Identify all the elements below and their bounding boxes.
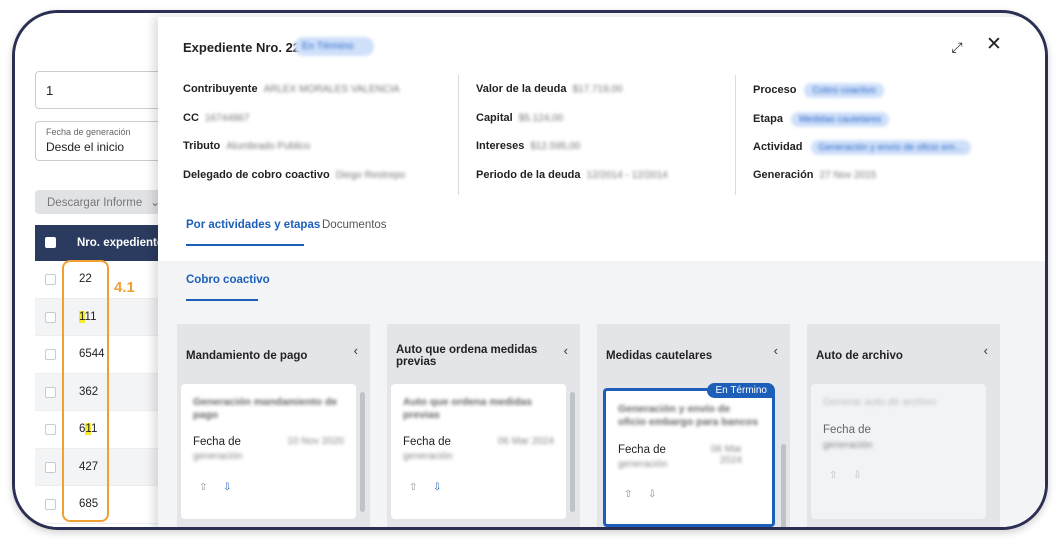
- row-checkbox[interactable]: [45, 499, 56, 510]
- info-row: Valor de la deuda $17.719,00: [476, 83, 623, 95]
- row-checkbox[interactable]: [45, 386, 56, 398]
- card-title: Auto que ordena medidas previas: [403, 396, 532, 421]
- stage-header: Auto que ordena medidas previas ‹: [396, 343, 568, 368]
- row-checkbox[interactable]: [45, 424, 56, 435]
- tab-actividades-etapas[interactable]: Por actividades y etapas: [186, 219, 320, 231]
- chevron-left-icon[interactable]: ‹: [564, 343, 568, 358]
- card-date-label: Fecha de: [193, 436, 241, 448]
- info-row: Proceso Cobro coactivo: [753, 83, 971, 112]
- activity-card[interactable]: Generar auto de archivo Fecha de generac…: [811, 384, 986, 519]
- column-divider: [458, 75, 459, 195]
- card-date-value: 06 Mar 2024: [497, 436, 554, 447]
- column-divider: [735, 75, 736, 195]
- info-row: Delegado de cobro coactivo Diego Restrepo: [183, 168, 406, 181]
- info-row: Capital $5.124,00: [476, 111, 564, 124]
- upload-icon[interactable]: ⇧: [409, 482, 417, 493]
- activity-card-current[interactable]: En Término Generación y envío de oficio …: [603, 383, 775, 527]
- download-report-label: Descargar Informe: [47, 197, 143, 209]
- card-date-label: Fecha de: [618, 444, 666, 456]
- annotation-highlight-box: [62, 260, 109, 522]
- info-row: Tributo Alumbrado Publico: [183, 140, 311, 152]
- stages-area: Cobro coactivo Mandamiento de pago ‹ Gene…: [158, 261, 1045, 527]
- info-row: Etapa Medidas cautelares: [753, 111, 971, 141]
- info-row: Intereses $12.595,00: [476, 140, 581, 152]
- upload-icon[interactable]: ⇧: [624, 489, 632, 500]
- term-status-tag: En Término: [707, 383, 775, 398]
- row-checkbox[interactable]: [45, 349, 56, 360]
- download-icon[interactable]: ⇩: [433, 482, 441, 493]
- chevron-left-icon[interactable]: ‹: [774, 343, 778, 358]
- column-header-expediente: Nro. expediente: [77, 237, 164, 249]
- stage-column-mandamiento: Mandamiento de pago ‹ Generación mandamie…: [177, 324, 370, 527]
- panel-scrollbar[interactable]: [1045, 47, 1048, 397]
- info-row: Actividad Generación y envío de oficio em…: [753, 140, 971, 169]
- active-tab-indicator: [186, 244, 304, 246]
- stage-header: Mandamiento de pago ‹: [186, 343, 358, 362]
- activity-card[interactable]: Auto que ordena medidas previas Fecha de…: [391, 384, 566, 519]
- expand-icon[interactable]: ⤢: [949, 39, 965, 55]
- app-frame: 1 Fecha de generación Desde el inicio De…: [12, 10, 1048, 530]
- info-column-process: Proceso Cobro coactivo Etapa Medidas caute…: [753, 83, 971, 197]
- card-date-value: 06 Mar 2024: [710, 444, 742, 466]
- subtab-cobro-coactivo[interactable]: Cobro coactivo: [186, 274, 270, 286]
- info-row: Generación 27 Nov 2015: [753, 168, 877, 181]
- info-row: CC 16744867: [183, 111, 250, 124]
- card-date-sublabel: generación: [823, 440, 873, 451]
- info-column-debt: Valor de la deuda $17.719,00 Capital $5.12…: [476, 83, 668, 197]
- activity-card[interactable]: Generación mandamiento de pago Fecha de …: [181, 384, 356, 519]
- upload-icon[interactable]: ⇧: [199, 482, 207, 493]
- card-date-sublabel: generación: [403, 451, 453, 462]
- row-checkbox[interactable]: [45, 274, 56, 285]
- row-checkbox[interactable]: [45, 311, 56, 323]
- stage-header: Medidas cautelares ‹: [606, 343, 778, 362]
- info-row: Contribuyente ARLEX MORALES VALENCIA: [183, 83, 400, 95]
- card-date-label: Fecha de: [403, 436, 451, 448]
- select-all-checkbox[interactable]: [45, 237, 56, 248]
- stage-column-auto-medidas: Auto que ordena medidas previas ‹ Auto qu…: [387, 324, 580, 527]
- card-date-sublabel: generación: [193, 451, 243, 462]
- card-date-sublabel: generación: [618, 459, 668, 470]
- stage-column-auto-archivo: Auto de archivo ‹ Generar auto de archivo…: [807, 324, 1000, 527]
- close-icon[interactable]: ✕: [986, 35, 1002, 54]
- info-column-taxpayer: Contribuyente ARLEX MORALES VALENCIA CC 16…: [183, 83, 405, 197]
- status-badge: En Término: [294, 37, 374, 56]
- chevron-left-icon[interactable]: ‹: [354, 343, 358, 358]
- annotation-label: 4.1: [114, 279, 135, 296]
- info-row: Periodo de la deuda 12/2014 - 12/2014: [476, 168, 668, 181]
- card-date-label: Fecha de: [823, 424, 871, 436]
- subtab-indicator: [186, 299, 258, 301]
- expediente-detail-panel: Expediente Nro. 22 En Término ⤢ ✕ Contri…: [158, 17, 1048, 527]
- card-title: Generación y envío de oficio embargo par…: [618, 403, 759, 428]
- card-title: Generación mandamiento de pago: [193, 396, 338, 421]
- scrollbar[interactable]: [781, 444, 786, 527]
- download-icon[interactable]: ⇩: [223, 482, 231, 493]
- row-checkbox[interactable]: [45, 461, 56, 473]
- card-title: Generar auto de archivo: [823, 396, 937, 408]
- stage-column-medidas-cautelares: Medidas cautelares ‹ En Término Generació…: [597, 324, 790, 527]
- download-icon[interactable]: ⇩: [648, 489, 656, 500]
- upload-icon[interactable]: ⇧: [829, 470, 837, 481]
- download-icon[interactable]: ⇩: [853, 470, 861, 481]
- tab-documentos[interactable]: Documentos: [322, 219, 387, 231]
- stage-header: Auto de archivo ‹: [816, 343, 988, 362]
- scrollbar[interactable]: [360, 392, 365, 512]
- panel-title: Expediente Nro. 22: [183, 40, 301, 55]
- scrollbar[interactable]: [570, 392, 575, 512]
- card-date-value: 10 Nov 2020: [287, 436, 344, 447]
- chevron-left-icon[interactable]: ‹: [984, 343, 988, 358]
